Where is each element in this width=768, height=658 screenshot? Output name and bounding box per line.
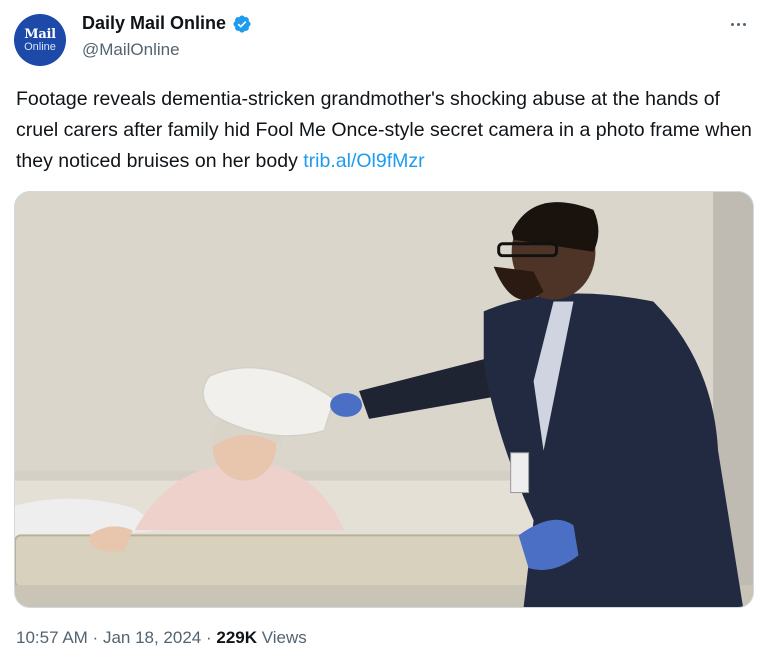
tweet-time[interactable]: 10:57 AM (16, 628, 88, 647)
dot (730, 22, 734, 26)
avatar[interactable]: Mail Online (14, 14, 66, 66)
author-display-name[interactable]: Daily Mail Online (82, 13, 226, 34)
tweet-card: Mail Online Daily Mail Online @MailOnlin… (0, 0, 768, 658)
views-count[interactable]: 229K (216, 628, 257, 647)
tweet-link[interactable]: trib.al/Ol9fMzr (303, 150, 424, 172)
author-handle[interactable]: @MailOnline (82, 40, 180, 60)
author-name-row: Daily Mail Online (82, 13, 252, 34)
avatar-logo-online: Online (24, 40, 56, 53)
tweet-meta: 10:57 AM · Jan 18, 2024 · 229K Views (16, 628, 307, 648)
tweet-media-photo[interactable] (14, 191, 754, 608)
meta-separator: · (87, 628, 103, 647)
photo-illustration (15, 192, 753, 607)
views-label: Views (257, 628, 307, 647)
dot (742, 22, 746, 26)
tweet-date[interactable]: Jan 18, 2024 (103, 628, 201, 647)
avatar-logo-mail: Mail (24, 26, 56, 42)
more-options-icon[interactable] (726, 14, 750, 34)
verified-badge-icon (233, 14, 251, 33)
tweet-text: Footage reveals dementia-stricken grandm… (16, 84, 756, 177)
meta-separator: · (201, 628, 217, 647)
dot (736, 22, 740, 26)
